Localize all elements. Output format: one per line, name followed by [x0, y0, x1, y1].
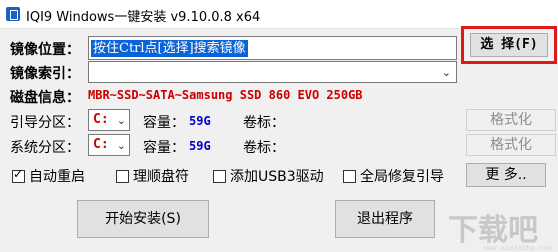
- system-partition-drive: C:: [93, 137, 109, 152]
- image-index-combo[interactable]: ⌄: [88, 61, 457, 83]
- system-format-button[interactable]: 格式化: [466, 134, 556, 156]
- title-bar: IQI9 Windows一键安装 v9.10.0.8 x64: [0, 0, 558, 29]
- app-icon: [6, 7, 20, 21]
- watermark-text: 下载吧: [448, 213, 538, 248]
- auto-restart-label: 自动重启: [29, 169, 85, 185]
- checkbox-box: [213, 169, 226, 183]
- checkbox-box: [343, 169, 356, 183]
- window-title: IQI9 Windows一键安装 v9.10.0.8 x64: [26, 10, 261, 25]
- chevron-down-icon: ⌄: [441, 66, 451, 79]
- select-button[interactable]: 选 择(F): [470, 33, 548, 57]
- disk-info-label: 磁盘信息：: [10, 90, 80, 106]
- system-capacity-label: 容量：: [143, 140, 185, 156]
- system-capacity-value: 59G: [189, 139, 211, 153]
- global-boot-repair-checkbox[interactable]: 全局修复引导: [343, 166, 444, 186]
- global-boot-repair-label: 全局修复引导: [360, 169, 444, 185]
- image-index-label: 镜像索引：: [10, 66, 80, 82]
- image-path-value: 按住Ctrl点[选择]搜索镜像: [91, 40, 248, 57]
- more-button[interactable]: 更 多..: [466, 163, 546, 187]
- boot-volume-label: 卷标：: [243, 115, 285, 131]
- image-path-label: 镜像位置：: [10, 42, 80, 58]
- boot-partition-drive: C:: [93, 112, 109, 127]
- system-volume-label: 卷标：: [243, 140, 285, 156]
- chevron-down-icon: ⌄: [116, 139, 126, 152]
- checkbox-box: [12, 167, 25, 183]
- start-install-button[interactable]: 开始安装(S): [77, 200, 209, 238]
- boot-capacity-label: 容量：: [143, 115, 185, 131]
- watermark-logo: 下载吧 www.xiazaiba.com: [440, 206, 558, 252]
- boot-partition-label: 引导分区：: [10, 115, 80, 131]
- add-usb3-driver-label: 添加USB3驱动: [230, 169, 324, 185]
- exit-button[interactable]: 退出程序: [335, 200, 435, 238]
- fix-drive-letters-checkbox[interactable]: 理顺盘符: [116, 166, 189, 186]
- watermark-url: www.xiazaiba.com: [484, 244, 551, 252]
- installer-window: IQI9 Windows一键安装 v9.10.0.8 x64 镜像位置： 按住C…: [0, 0, 558, 252]
- chevron-down-icon: ⌄: [116, 114, 126, 127]
- add-usb3-driver-checkbox[interactable]: 添加USB3驱动: [213, 166, 324, 186]
- disk-info-value: MBR~SSD~SATA~Samsung SSD 860 EVO 250GB: [88, 88, 363, 102]
- boot-partition-select[interactable]: C: ⌄: [88, 109, 130, 131]
- fix-drive-letters-label: 理顺盘符: [133, 169, 189, 185]
- auto-restart-checkbox[interactable]: 自动重启: [12, 166, 85, 186]
- checkbox-box: [116, 169, 129, 183]
- boot-capacity-value: 59G: [189, 114, 211, 128]
- system-partition-label: 系统分区：: [10, 140, 80, 156]
- image-path-input[interactable]: 按住Ctrl点[选择]搜索镜像: [88, 36, 457, 60]
- select-button-highlight: 选 择(F): [461, 26, 557, 64]
- system-partition-select[interactable]: C: ⌄: [88, 134, 130, 156]
- boot-format-button[interactable]: 格式化: [466, 109, 556, 131]
